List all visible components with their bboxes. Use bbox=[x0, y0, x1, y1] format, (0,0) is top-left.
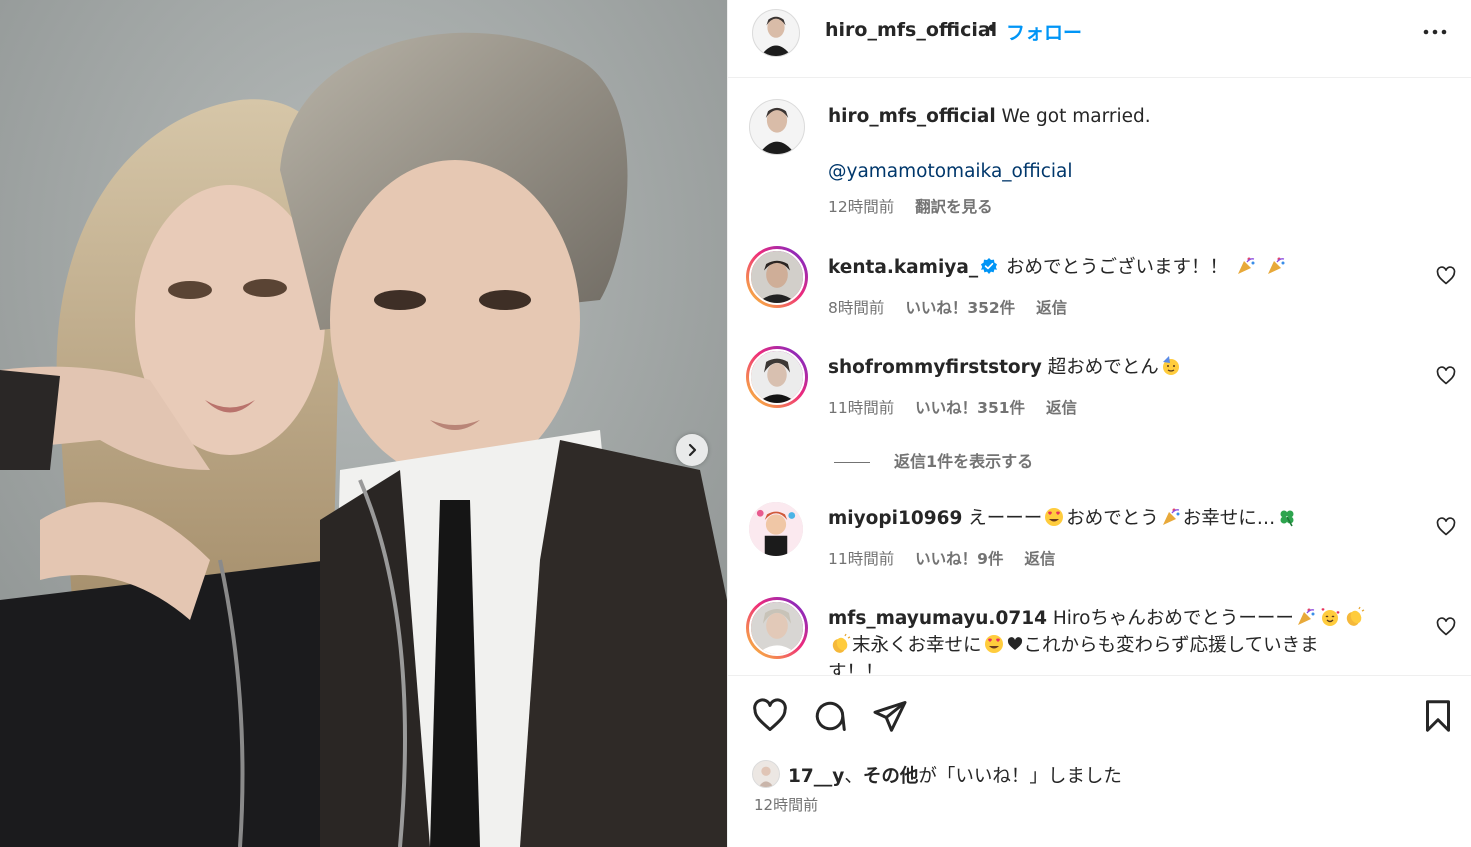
comment-meta: 8時間前 いいね！352件 返信 bbox=[828, 296, 1067, 318]
heart-icon[interactable] bbox=[1436, 366, 1456, 386]
black-heart-icon bbox=[1007, 637, 1022, 650]
comment-text: 超おめでとん bbox=[1047, 357, 1159, 378]
caption-text: We got married. bbox=[1001, 106, 1151, 127]
follow-button[interactable]: フォロー bbox=[1006, 18, 1082, 45]
caption: hiro_mfs_official We got married. bbox=[828, 103, 1151, 130]
more-horizontal-icon[interactable] bbox=[1420, 22, 1450, 42]
heart-icon[interactable] bbox=[752, 698, 788, 734]
comment-2-body: shofrommyfirststory 超おめでとん bbox=[828, 354, 1183, 381]
caption-mention[interactable]: @yamamotomaika_official bbox=[828, 158, 1073, 185]
comment-4-line-2: 末永くお幸せに これからも変わらず応援していきま bbox=[828, 632, 1319, 659]
partying-face-icon bbox=[1162, 356, 1179, 375]
next-photo-button[interactable] bbox=[676, 434, 708, 466]
comment-avatar[interactable] bbox=[746, 346, 808, 408]
heart-icon[interactable] bbox=[1436, 266, 1456, 286]
post-panel: hiro_mfs_official • フォロー hiro_mfs_offici… bbox=[727, 0, 1471, 847]
comment-1-body: kenta.kamiya_ おめでとうございます！！ bbox=[828, 254, 1288, 281]
liker-avatar[interactable] bbox=[752, 760, 780, 788]
chevron-right-icon bbox=[688, 443, 697, 457]
clapping-hands-icon bbox=[832, 633, 851, 653]
clapping-hands-icon bbox=[1346, 606, 1365, 626]
comment-likes[interactable]: いいね！9件 bbox=[915, 550, 1003, 568]
comment-avatar[interactable] bbox=[746, 246, 808, 308]
comment-likes[interactable]: いいね！351件 bbox=[915, 399, 1025, 417]
comment-username[interactable]: mfs_mayumayu.0714 bbox=[828, 608, 1047, 629]
comment-meta: 11時間前 いいね！9件 返信 bbox=[828, 547, 1055, 569]
liked-by-suffix: が「いいね！」しました bbox=[918, 766, 1122, 787]
share-icon[interactable] bbox=[872, 698, 908, 734]
comment-4-line-3: す！！ bbox=[828, 659, 884, 675]
smiling-hearts-icon bbox=[1321, 608, 1340, 626]
comment-text: 末永くお幸せに bbox=[852, 635, 982, 656]
post-header: hiro_mfs_official • フォロー bbox=[728, 0, 1471, 78]
action-bar: 17__y、その他が「いいね！」しました 12時間前 bbox=[728, 675, 1471, 847]
comment-likes[interactable]: いいね！352件 bbox=[905, 299, 1015, 317]
comment-text: これからも変わらず応援していきま bbox=[1023, 635, 1319, 656]
comment-icon[interactable] bbox=[812, 698, 848, 734]
caption-username[interactable]: hiro_mfs_official bbox=[828, 106, 996, 127]
bookmark-icon[interactable] bbox=[1420, 698, 1456, 734]
comment-time: 11時間前 bbox=[828, 399, 895, 417]
comment-3-body: miyopi10969 えーーー おめでとう お幸せに… bbox=[828, 505, 1299, 532]
liked-by-user[interactable]: 17__y bbox=[788, 766, 844, 787]
reply-button[interactable]: 返信 bbox=[1036, 299, 1067, 317]
four-leaf-clover-icon bbox=[1280, 510, 1294, 527]
couple-photo bbox=[0, 0, 727, 847]
caption-avatar[interactable] bbox=[749, 99, 805, 155]
comment-text: えーーー bbox=[968, 508, 1043, 529]
author-avatar[interactable] bbox=[752, 9, 800, 57]
caption-time: 12時間前 bbox=[828, 198, 895, 216]
header-separator: • bbox=[986, 18, 999, 40]
comment-text: す！！ bbox=[828, 662, 884, 675]
comment-username[interactable]: kenta.kamiya_ bbox=[828, 257, 978, 278]
view-replies-button[interactable]: 返信1件を表示する bbox=[834, 448, 1033, 472]
author-username[interactable]: hiro_mfs_official bbox=[825, 19, 997, 41]
heart-eyes-icon bbox=[1045, 508, 1064, 526]
comment-text: Hiroちゃんおめでとうーーー bbox=[1052, 608, 1294, 629]
verified-badge-icon bbox=[981, 258, 998, 274]
reply-button[interactable]: 返信 bbox=[1024, 550, 1055, 568]
heart-icon[interactable] bbox=[1436, 617, 1456, 637]
comment-text: おめでとうございます！！ bbox=[1005, 257, 1228, 278]
comment-username[interactable]: miyopi10969 bbox=[828, 508, 962, 529]
comment-time: 8時間前 bbox=[828, 299, 885, 317]
party-popper-icon bbox=[1297, 608, 1315, 625]
comment-time: 11時間前 bbox=[828, 550, 895, 568]
party-popper-icon bbox=[1267, 257, 1285, 274]
heart-icon[interactable] bbox=[1436, 517, 1456, 537]
post-time[interactable]: 12時間前 bbox=[754, 794, 818, 815]
comment-username[interactable]: shofrommyfirststory bbox=[828, 357, 1042, 378]
comment-text: おめでとう bbox=[1066, 508, 1159, 529]
comment-4-line-1: mfs_mayumayu.0714 Hiroちゃんおめでとうーーー bbox=[828, 605, 1366, 632]
comment-avatar[interactable] bbox=[749, 502, 803, 556]
post-photo[interactable] bbox=[0, 0, 727, 847]
party-popper-icon bbox=[1237, 257, 1255, 274]
caption-meta: 12時間前 翻訳を見る bbox=[828, 195, 993, 217]
comments-list[interactable]: hiro_mfs_official We got married. @yamam… bbox=[728, 78, 1471, 675]
translate-link[interactable]: 翻訳を見る bbox=[915, 198, 993, 216]
liked-by: 17__y、その他が「いいね！」しました bbox=[788, 762, 1122, 788]
heart-eyes-icon bbox=[984, 635, 1003, 653]
comment-text: お幸せに… bbox=[1182, 508, 1276, 529]
liked-by-separator: 、 bbox=[844, 766, 863, 787]
reply-button[interactable]: 返信 bbox=[1046, 399, 1077, 417]
liked-by-others[interactable]: その他 bbox=[863, 766, 919, 787]
comment-meta: 11時間前 いいね！351件 返信 bbox=[828, 396, 1077, 418]
comment-avatar[interactable] bbox=[746, 597, 808, 659]
party-popper-icon bbox=[1162, 508, 1180, 525]
